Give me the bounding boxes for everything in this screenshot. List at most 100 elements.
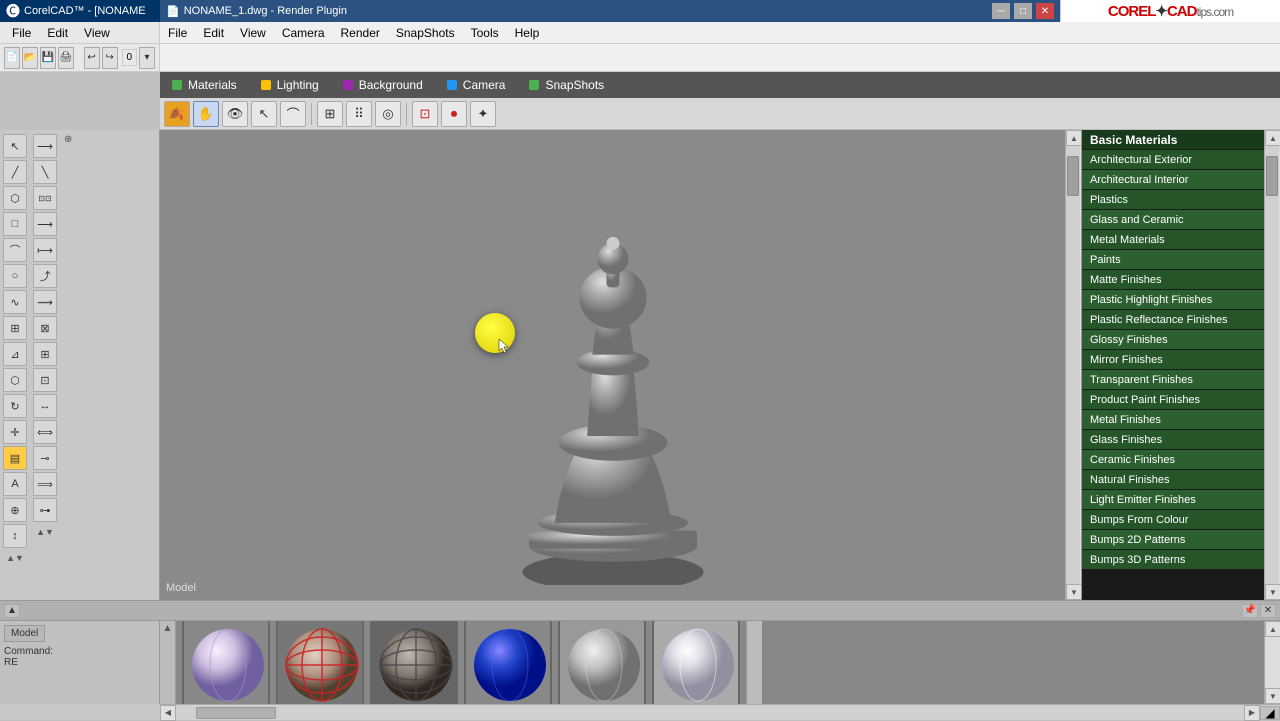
mat-item[interactable]: Paints <box>1082 250 1264 270</box>
scroll-down[interactable]: ▼ <box>1066 584 1082 600</box>
tool-circle[interactable]: ○ <box>3 264 27 288</box>
render-tool-11[interactable]: ✦ <box>470 101 496 127</box>
tv-down[interactable]: ▼ <box>1265 688 1280 704</box>
mat-item[interactable]: Architectural Interior <box>1082 170 1264 190</box>
mat-scroll-thumb[interactable] <box>1266 156 1278 196</box>
bottom-pin[interactable]: 📌 <box>1242 604 1258 618</box>
mat-thumb-2[interactable] <box>276 621 364 704</box>
mat-item[interactable]: Plastic Reflectance Finishes <box>1082 310 1264 330</box>
tab-lighting[interactable]: Lighting <box>249 72 331 98</box>
tool-line[interactable]: ╱ <box>3 160 27 184</box>
tool2-14[interactable]: ⟹ <box>33 472 57 496</box>
mat-item[interactable]: Natural Finishes <box>1082 470 1264 490</box>
mat-thumb-1[interactable] <box>182 621 270 704</box>
undo-button[interactable]: ↩ <box>84 47 100 69</box>
mat-item[interactable]: Architectural Exterior <box>1082 150 1264 170</box>
scroll-track[interactable] <box>1066 146 1080 584</box>
model-tab[interactable]: Model <box>4 625 45 642</box>
print-button[interactable]: 🖨 <box>58 47 74 69</box>
hs-track[interactable] <box>176 706 1244 720</box>
zoom-dropdown[interactable]: ▾ <box>139 47 155 69</box>
menu-edit-left[interactable]: Edit <box>39 24 76 42</box>
tab-camera[interactable]: Camera <box>435 72 518 98</box>
render-tool-3[interactable]: 👁 <box>222 101 248 127</box>
tool-text[interactable]: A <box>3 472 27 496</box>
new-button[interactable]: 📄 <box>4 47 20 69</box>
render-tool-4[interactable]: ↖ <box>251 101 277 127</box>
tab-materials[interactable]: Materials <box>160 72 249 98</box>
tool2-9[interactable]: ⊞ <box>33 342 57 366</box>
mat-item[interactable]: Mirror Finishes <box>1082 350 1264 370</box>
mat-item[interactable]: Matte Finishes <box>1082 270 1264 290</box>
mat-item[interactable]: Plastic Highlight Finishes <box>1082 290 1264 310</box>
expand-bottom[interactable]: ▲ <box>4 604 20 618</box>
tool-orbit[interactable]: ↻ <box>3 394 27 418</box>
viewport[interactable]: Model <box>160 130 1065 600</box>
tool-poly[interactable]: ⬡ <box>3 186 27 210</box>
menu-camera[interactable]: Camera <box>274 24 333 42</box>
mat-item[interactable]: Bumps From Colour <box>1082 510 1264 530</box>
menu-render[interactable]: Render <box>333 24 388 42</box>
menu-view-left[interactable]: View <box>76 24 118 42</box>
mat-thumb-6[interactable] <box>652 621 740 704</box>
mat-item[interactable]: Bumps 3D Patterns <box>1082 550 1264 570</box>
scroll-thumb[interactable] <box>1067 156 1079 196</box>
tool-rect[interactable]: □ <box>3 212 27 236</box>
tool-select[interactable]: ↖ <box>3 134 27 158</box>
mat-scroll-down[interactable]: ▼ <box>1265 584 1280 600</box>
tool-3d[interactable]: ⬡ <box>3 368 27 392</box>
tool2-12[interactable]: ⟺ <box>33 420 57 444</box>
mat-item[interactable]: Metal Finishes <box>1082 410 1264 430</box>
thumb-scroll-up[interactable]: ▲ <box>163 623 173 634</box>
render-tool-8[interactable]: ◎ <box>375 101 401 127</box>
minimize-button[interactable]: ─ <box>992 3 1010 19</box>
hs-left[interactable]: ◀ <box>160 705 176 721</box>
tool2-2[interactable]: ╲ <box>33 160 57 184</box>
mat-thumb-4[interactable] <box>464 621 552 704</box>
mat-item[interactable]: Ceramic Finishes <box>1082 450 1264 470</box>
tool-spline[interactable]: ∿ <box>3 290 27 314</box>
tool-move[interactable]: ✛ <box>3 420 27 444</box>
save-button[interactable]: 💾 <box>40 47 56 69</box>
bottom-close[interactable]: ✕ <box>1260 604 1276 618</box>
mat-scroll-up[interactable]: ▲ <box>1265 130 1280 146</box>
menu-tools[interactable]: Tools <box>463 24 507 42</box>
mat-item[interactable]: Bumps 2D Patterns <box>1082 530 1264 550</box>
tool-extra[interactable]: ↕ <box>3 524 27 548</box>
render-tool-7[interactable]: ⠿ <box>346 101 372 127</box>
open-button[interactable]: 📂 <box>22 47 38 69</box>
tool2-13[interactable]: ⊸ <box>33 446 57 470</box>
menu-edit[interactable]: Edit <box>195 24 232 42</box>
tool2-1[interactable]: ⟶ <box>33 134 57 158</box>
maximize-button[interactable]: □ <box>1014 3 1032 19</box>
tool2-4[interactable]: ⟶ <box>33 212 57 236</box>
tv-up[interactable]: ▲ <box>1265 621 1280 637</box>
mat-item[interactable]: Light Emitter Finishes <box>1082 490 1264 510</box>
mat-item[interactable]: Basic Materials <box>1082 130 1264 150</box>
mat-item[interactable]: Glass and Ceramic <box>1082 210 1264 230</box>
mat-item[interactable]: Metal Materials <box>1082 230 1264 250</box>
hs-right[interactable]: ▶ <box>1244 705 1260 721</box>
scroll-up[interactable]: ▲ <box>1066 130 1082 146</box>
menu-view[interactable]: View <box>232 24 274 42</box>
render-tool-10[interactable]: ⏺ <box>441 101 467 127</box>
hs-thumb[interactable] <box>196 707 276 719</box>
tool2-7[interactable]: ⟿ <box>33 290 57 314</box>
tool-arc[interactable]: ⌒ <box>3 238 27 262</box>
tool2-6[interactable]: ⤴ <box>33 264 57 288</box>
expand-down2[interactable]: ▲▼ <box>36 524 54 540</box>
tool-hatch[interactable]: ⊞ <box>3 316 27 340</box>
tab-background[interactable]: Background <box>331 72 435 98</box>
tab-snapshots[interactable]: SnapShots <box>517 72 616 98</box>
tool2-8[interactable]: ⊠ <box>33 316 57 340</box>
render-tool-6[interactable]: ⊞ <box>317 101 343 127</box>
mat-item[interactable]: Plastics <box>1082 190 1264 210</box>
tool2-15[interactable]: ⊶ <box>33 498 57 522</box>
menu-snapshots[interactable]: SnapShots <box>388 24 463 42</box>
tool-snap[interactable]: ⊕ <box>3 498 27 522</box>
tool2-3[interactable]: ⊡⊡ <box>33 186 57 210</box>
close-button[interactable]: ✕ <box>1036 3 1054 19</box>
redo-button[interactable]: ↪ <box>102 47 118 69</box>
render-tool-5[interactable]: ⌒ <box>280 101 306 127</box>
menu-file[interactable]: File <box>160 24 195 42</box>
